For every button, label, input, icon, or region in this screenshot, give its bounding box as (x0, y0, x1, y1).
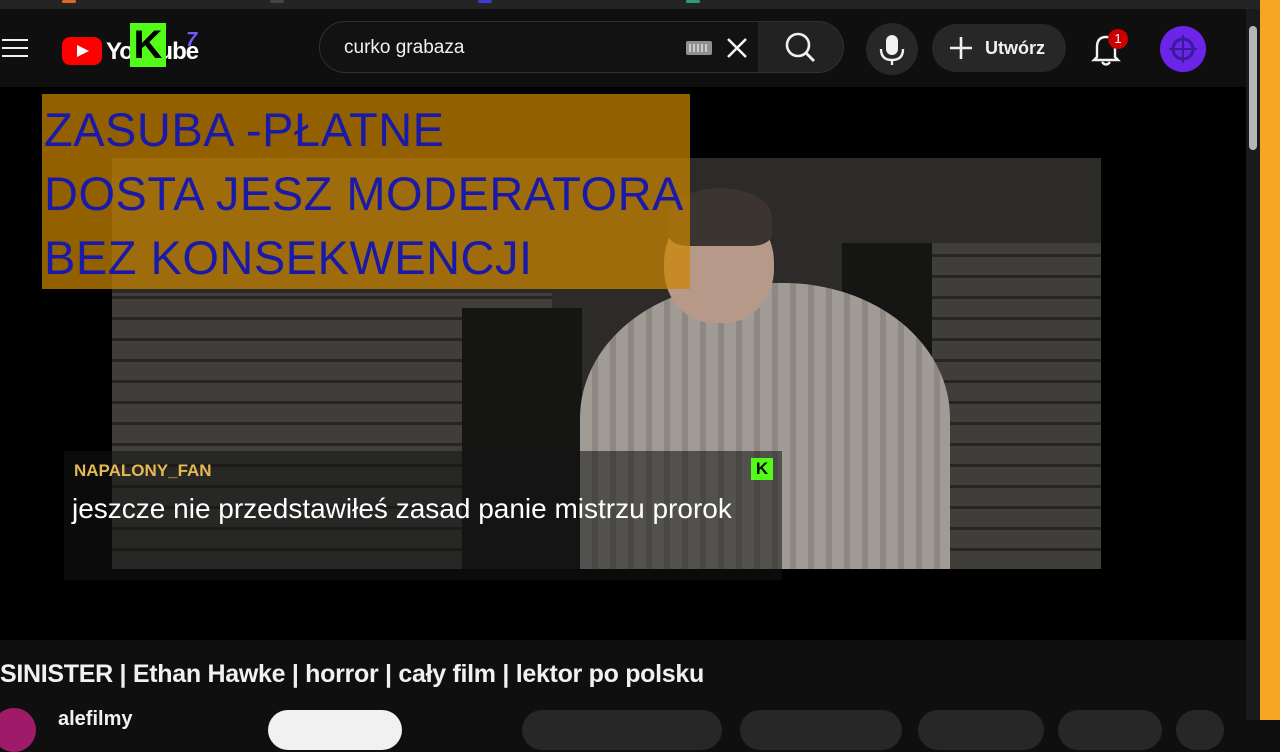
search-button[interactable] (758, 21, 844, 73)
avatar[interactable] (1160, 26, 1206, 72)
youtube-logo[interactable]: YouTube K 7 (62, 23, 222, 71)
keyboard-icon[interactable] (686, 41, 712, 55)
like-button[interactable] (522, 710, 722, 750)
avatar-emblem-icon (1169, 35, 1197, 63)
chat-overlay: NAPALONY_FAN K jeszcze nie przedstawiłeś… (64, 451, 782, 580)
overlay-line-2: DOSTA JESZ MODERATORA (44, 167, 684, 220)
more-actions-button[interactable] (1176, 710, 1224, 750)
chat-username: NAPALONY_FAN (74, 461, 212, 480)
youtube-play-icon (62, 37, 102, 65)
clip-button[interactable] (1058, 710, 1162, 750)
chat-message: jeszcze nie przedstawiłeś zasad panie mi… (72, 493, 732, 524)
voice-search-button[interactable] (866, 23, 918, 75)
subscribe-button[interactable] (268, 710, 402, 750)
browser-tab-strip (0, 0, 1260, 9)
channel-avatar[interactable] (0, 708, 36, 752)
close-icon[interactable] (724, 35, 750, 61)
notification-count-badge: 1 (1108, 29, 1128, 49)
create-label: Utwórz (985, 38, 1045, 58)
channel-row: alefilmy (0, 700, 1246, 752)
download-button[interactable] (918, 710, 1044, 750)
hamburger-icon[interactable] (2, 39, 28, 59)
microphone-icon (879, 35, 905, 65)
overlay-line-3: BEZ KONSEKWENCJI (44, 231, 533, 284)
plus-icon (950, 37, 972, 59)
search-box (319, 21, 759, 73)
create-button[interactable]: Utwórz (932, 24, 1066, 72)
window-edge (1260, 0, 1280, 720)
video-title: SINISTER | Ethan Hawke | horror | cały f… (0, 660, 704, 688)
overlay-line-1: ZASUBA -PŁATNE (44, 103, 445, 156)
moderator-overlay: ZASUBA -PŁATNE DOSTA JESZ MODERATORA BEZ… (42, 94, 690, 289)
search-input[interactable] (342, 35, 666, 61)
kick-logo-overlay: K (130, 23, 166, 67)
search-icon (785, 32, 815, 62)
scrollbar-thumb[interactable] (1249, 26, 1257, 150)
kick-badge-icon: K (751, 458, 773, 480)
masthead: YouTube K 7 Utwórz 1 (0, 9, 1246, 87)
brick-wall-right (932, 243, 1101, 569)
share-button[interactable] (740, 710, 902, 750)
logo-overlay-suffix: 7 (186, 29, 198, 51)
